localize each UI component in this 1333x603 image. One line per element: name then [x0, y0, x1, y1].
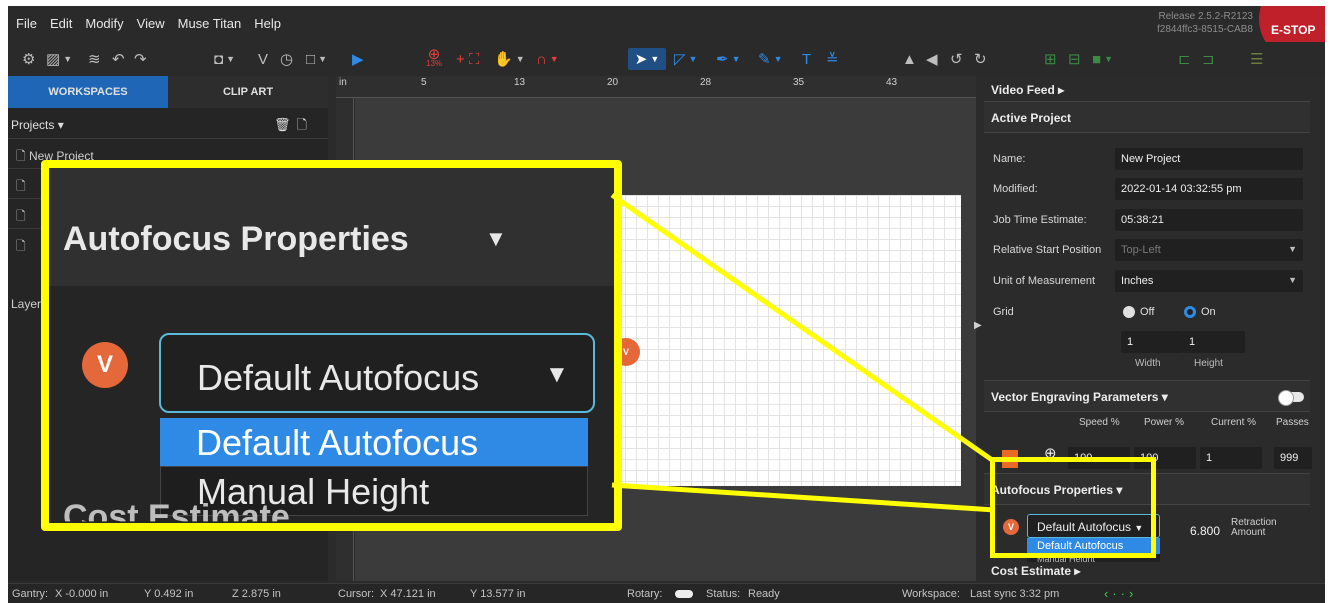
connector-line-top — [610, 192, 997, 465]
connector-line-bottom — [611, 482, 996, 513]
callout-connector-lines — [610, 192, 997, 513]
